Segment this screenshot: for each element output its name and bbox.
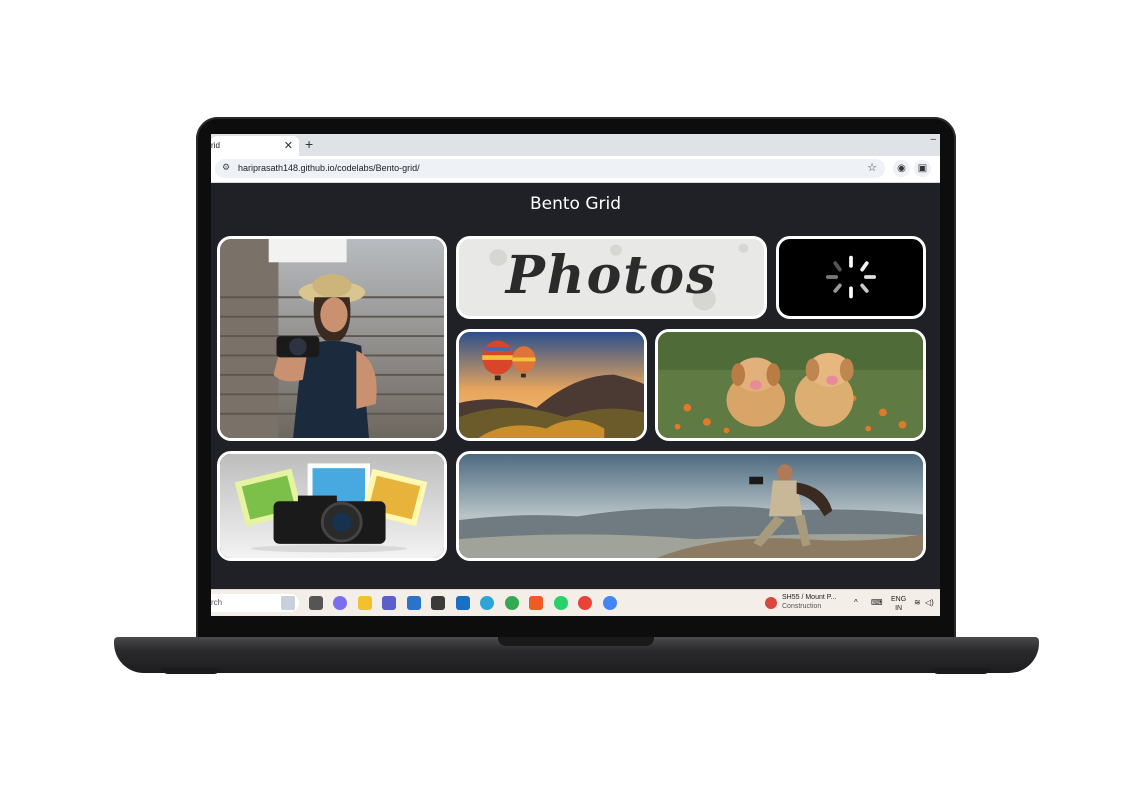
tab-title: rid [211,141,220,150]
keyboard-icon[interactable]: ⌨ [871,598,883,607]
edge-icon[interactable] [480,596,494,610]
search-avatar-icon [281,596,295,610]
balloons-image [459,332,644,438]
camera-photos-card[interactable] [217,451,447,561]
photographer-landscape-image [459,454,923,558]
laptop-base [114,637,1039,673]
hot-air-balloons-card[interactable] [456,329,647,441]
photos-text-card[interactable]: Photos [456,236,767,319]
store-icon[interactable] [407,596,421,610]
photographer-landscape-card[interactable] [456,451,926,561]
laptop-screen: rid ✕ + – ⚙ hariprasath148.github.io/cod… [211,134,940,616]
camera-icon[interactable]: ◉ [893,160,910,177]
weather-title: SH55 / Mount P... [782,594,837,601]
address-bar[interactable]: ⚙ hariprasath148.github.io/codelabs/Bent… [215,159,885,178]
wifi-icon[interactable]: ≋ [914,598,921,607]
taskbar: rch SH55 / Mount P... Construction ^ ⌨ E… [211,589,940,616]
brave-icon[interactable] [529,596,543,610]
page-title: Bento Grid [529,194,622,214]
chrome-active-icon[interactable] [603,596,617,610]
volume-icon[interactable]: ◁) [925,598,934,607]
minimize-button[interactable]: – [930,134,936,145]
site-info-icon[interactable]: ⚙ [222,162,230,173]
whatsapp-icon[interactable] [554,596,568,610]
browser-tab[interactable]: rid ✕ [211,136,299,156]
bookmark-star-icon[interactable]: ☆ [867,161,877,174]
copilot-icon[interactable] [333,596,347,610]
outlook-icon[interactable] [456,596,470,610]
weather-icon[interactable] [765,597,777,609]
laptop-foot-left [162,668,220,674]
language-indicator[interactable]: ENG IN [891,595,906,613]
photo-card-woman-camera[interactable] [217,236,447,441]
browser-toolbar: ⚙ hariprasath148.github.io/codelabs/Bent… [211,156,940,183]
new-tab-button[interactable]: + [305,136,313,152]
file-explorer-icon[interactable] [358,596,372,610]
chrome-icon[interactable] [505,596,519,610]
teams-icon[interactable] [382,596,396,610]
spinner-icon [825,255,877,299]
puppies-image [658,332,923,438]
weather-subtitle: Construction [782,603,822,610]
taskbar-search[interactable]: rch [211,594,299,612]
loading-spinner-card[interactable] [776,236,926,319]
lang-code: ENG [891,596,907,603]
lang-region: IN [895,605,903,612]
browser-tab-bar: rid ✕ + – [211,134,940,156]
chrome-profile-icon[interactable] [578,596,592,610]
sublime-icon[interactable] [431,596,445,610]
weather-widget[interactable]: SH55 / Mount P... Construction [782,593,836,611]
laptop-foot-right [932,668,990,674]
extensions-icon[interactable]: ▣ [914,160,931,177]
photos-word: Photos [505,245,718,306]
close-tab-icon[interactable]: ✕ [284,139,293,152]
woman-camera-image [220,239,444,438]
tray-chevron-icon[interactable]: ^ [854,598,858,607]
laptop-notch [498,637,654,646]
task-view-icon[interactable] [309,596,323,610]
search-placeholder: rch [211,598,223,607]
camera-photos-image [220,454,444,558]
url-text[interactable]: hariprasath148.github.io/codelabs/Bento-… [238,163,420,173]
puppies-card[interactable] [655,329,926,441]
